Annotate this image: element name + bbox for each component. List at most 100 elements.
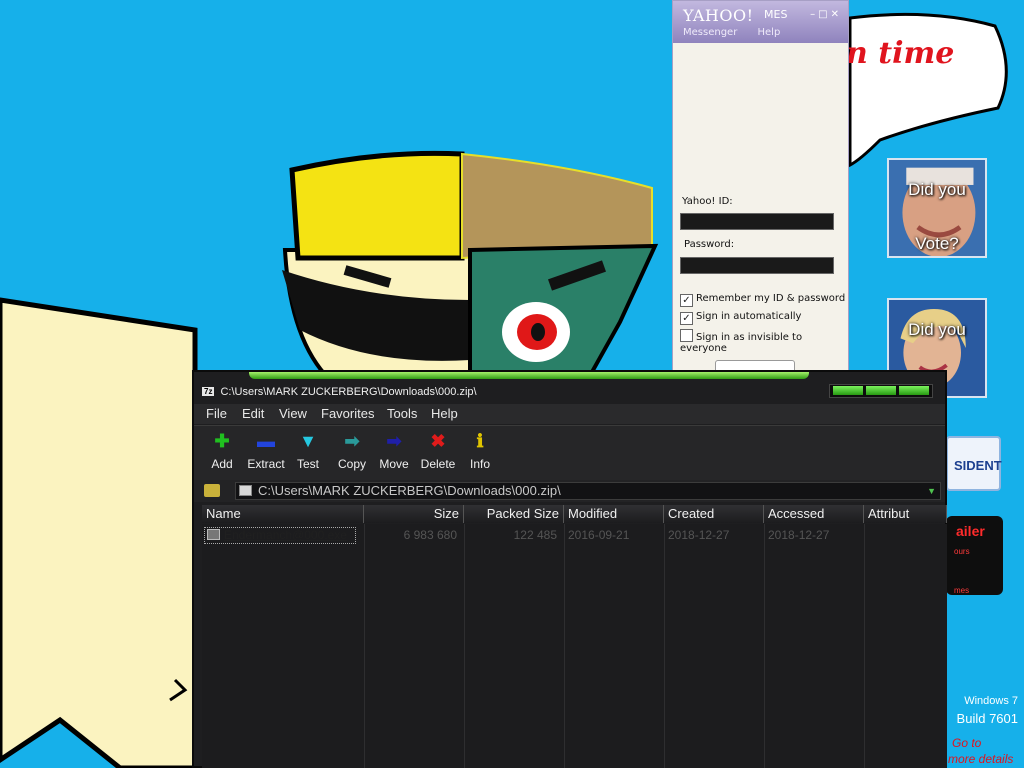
- cyborg-face: [468, 243, 659, 374]
- menu-view[interactable]: View: [279, 406, 307, 421]
- window-controls[interactable]: –□✕: [810, 9, 842, 20]
- check-icon: ▼: [299, 431, 317, 451]
- window-controls: [829, 384, 933, 398]
- remember-checkbox[interactable]: ✓ Remember my ID & password: [680, 293, 845, 307]
- copy-button[interactable]: ➡ Copy: [330, 430, 374, 471]
- menu-tools[interactable]: Tools: [387, 406, 417, 421]
- windows-build: Build 7601: [956, 711, 1018, 726]
- 7zip-file-manager-window: 7z C:\Users\MARK ZUCKERBERG\Downloads\000…: [192, 370, 947, 768]
- address-bar: C:\Users\MARK ZUCKERBERG\Downloads\000.z…: [194, 480, 945, 502]
- column-created[interactable]: Created: [664, 505, 764, 523]
- menu-edit[interactable]: Edit: [242, 406, 264, 421]
- column-size[interactable]: Size: [364, 505, 464, 523]
- trailer-text: mes: [954, 586, 970, 595]
- yahoo-logo: YAHOO!: [683, 6, 754, 25]
- file-accessed: 2018-12-27: [768, 528, 830, 542]
- folder-up-icon[interactable]: [204, 484, 220, 497]
- yahoo-id-input[interactable]: [680, 213, 834, 230]
- yahoo-title-bar[interactable]: YAHOO! MES –□✕ Messenger Help: [673, 1, 848, 43]
- yahoo-title: MES: [764, 8, 788, 21]
- trailer-title: ailer: [956, 523, 985, 539]
- toolbar-label: Delete: [420, 457, 456, 471]
- minimize-button[interactable]: [833, 386, 863, 395]
- info-icon: ℹ: [476, 431, 484, 451]
- checkbox-checked-icon[interactable]: ✓: [680, 294, 693, 307]
- yahoo-menu: Messenger Help: [683, 27, 797, 38]
- toolbar-label: Add: [211, 457, 233, 471]
- file-created: 2018-12-27: [668, 528, 730, 542]
- menu-file[interactable]: File: [206, 406, 227, 421]
- president-card[interactable]: SIDENT: [946, 436, 1002, 491]
- path-text: C:\Users\MARK ZUCKERBERG\Downloads\000.z…: [258, 483, 561, 498]
- maximize-button[interactable]: [866, 386, 896, 395]
- toolbar-label: Test: [296, 457, 319, 471]
- column-header: Name Size Packed Size Modified Created A…: [202, 505, 947, 523]
- double-arrow-icon: ➡: [344, 431, 360, 451]
- toolbar-label: Move: [379, 457, 409, 471]
- password-label: Password:: [684, 239, 735, 250]
- file-list: Endermanch@000.exe 6 983 680 122 485 201…: [202, 524, 947, 768]
- arrow-right-icon: ➡: [386, 431, 402, 451]
- minimize-icon[interactable]: –: [810, 9, 818, 20]
- auto-signin-checkbox[interactable]: ✓ Sign in automatically: [680, 311, 801, 325]
- close-button[interactable]: [899, 386, 929, 395]
- column-accessed[interactable]: Accessed: [764, 505, 864, 523]
- chevron-down-icon[interactable]: ▼: [927, 483, 936, 499]
- helmet-right: [461, 152, 653, 260]
- column-packed-size[interactable]: Packed Size: [464, 505, 564, 523]
- window-title-text: C:\Users\MARK ZUCKERBERG\Downloads\000.z…: [220, 386, 477, 398]
- trailer-card[interactable]: ailer ours mes: [946, 516, 1003, 595]
- thumbnail-caption-2: Vote?: [915, 234, 959, 253]
- toolbar-label: Copy: [337, 457, 366, 471]
- checkbox-label: Sign in automatically: [696, 311, 802, 322]
- plus-icon: ✚: [214, 431, 230, 451]
- window-title[interactable]: 7z C:\Users\MARK ZUCKERBERG\Downloads\000…: [202, 386, 477, 398]
- move-button[interactable]: ➡ Move: [372, 430, 416, 471]
- column-modified[interactable]: Modified: [564, 505, 664, 523]
- menu-help[interactable]: Help: [758, 27, 781, 38]
- delete-button[interactable]: ✖ Delete: [416, 430, 460, 471]
- file-modified: 2016-09-21: [568, 528, 630, 542]
- yahoo-messenger-window: YAHOO! MES –□✕ Messenger Help Yahoo! ID:…: [672, 0, 849, 372]
- goto-link-details[interactable]: more details: [948, 752, 1013, 766]
- checkbox-label: Sign in as invisible to everyone: [680, 332, 803, 354]
- menu-bar: File Edit View Favorites Tools Help: [194, 404, 945, 424]
- menu-help[interactable]: Help: [431, 406, 458, 421]
- yahoo-id-label: Yahoo! ID:: [682, 196, 733, 207]
- checkbox-unchecked-icon[interactable]: [680, 329, 693, 342]
- column-name[interactable]: Name: [202, 505, 364, 523]
- toolbar-label: Info: [469, 457, 490, 471]
- path-combobox[interactable]: C:\Users\MARK ZUCKERBERG\Downloads\000.z…: [235, 482, 941, 500]
- info-button[interactable]: ℹ Info: [458, 430, 502, 471]
- goto-link[interactable]: Go to: [952, 736, 981, 750]
- x-icon: ✖: [430, 431, 446, 451]
- exe-file-icon: [207, 529, 220, 540]
- helmet-left: [289, 150, 465, 261]
- title-accent-bar: [249, 372, 809, 379]
- minus-icon: ▬: [257, 431, 275, 451]
- character-body: [0, 297, 198, 768]
- extract-button[interactable]: ▬ Extract: [244, 430, 288, 471]
- file-size: 6 983 680: [403, 528, 457, 542]
- thumbnail-caption-1: Did you: [908, 180, 966, 199]
- add-button[interactable]: ✚ Add: [200, 430, 244, 471]
- menu-favorites[interactable]: Favorites: [321, 406, 374, 421]
- invisible-checkbox[interactable]: Sign in as invisible to everyone: [680, 329, 848, 354]
- toolbar: ✚ Add ▬ Extract ▼ Test ➡ Copy ➡ Move ✖ D…: [194, 425, 945, 481]
- file-packed-size: 122 485: [513, 528, 557, 542]
- password-input[interactable]: [680, 257, 834, 274]
- maximize-icon[interactable]: □: [818, 9, 830, 20]
- close-icon[interactable]: ✕: [831, 9, 842, 20]
- column-attributes[interactable]: Attribut: [864, 505, 947, 523]
- thumbnail-caption-1: Did you: [908, 320, 966, 339]
- checkbox-label: Remember my ID & password: [696, 293, 846, 304]
- zip-file-icon: [239, 485, 252, 496]
- test-button[interactable]: ▼ Test: [286, 430, 330, 471]
- file-name[interactable]: Endermanch@000.exe: [224, 528, 347, 542]
- menu-messenger[interactable]: Messenger: [683, 27, 737, 38]
- checkbox-checked-icon[interactable]: ✓: [680, 312, 693, 325]
- trailer-text: ours: [954, 547, 970, 556]
- speech-bubble-text: n time: [846, 36, 955, 71]
- vote-thumbnail-mccain[interactable]: Did you Vote?: [887, 158, 987, 258]
- toolbar-label: Extract: [247, 457, 285, 471]
